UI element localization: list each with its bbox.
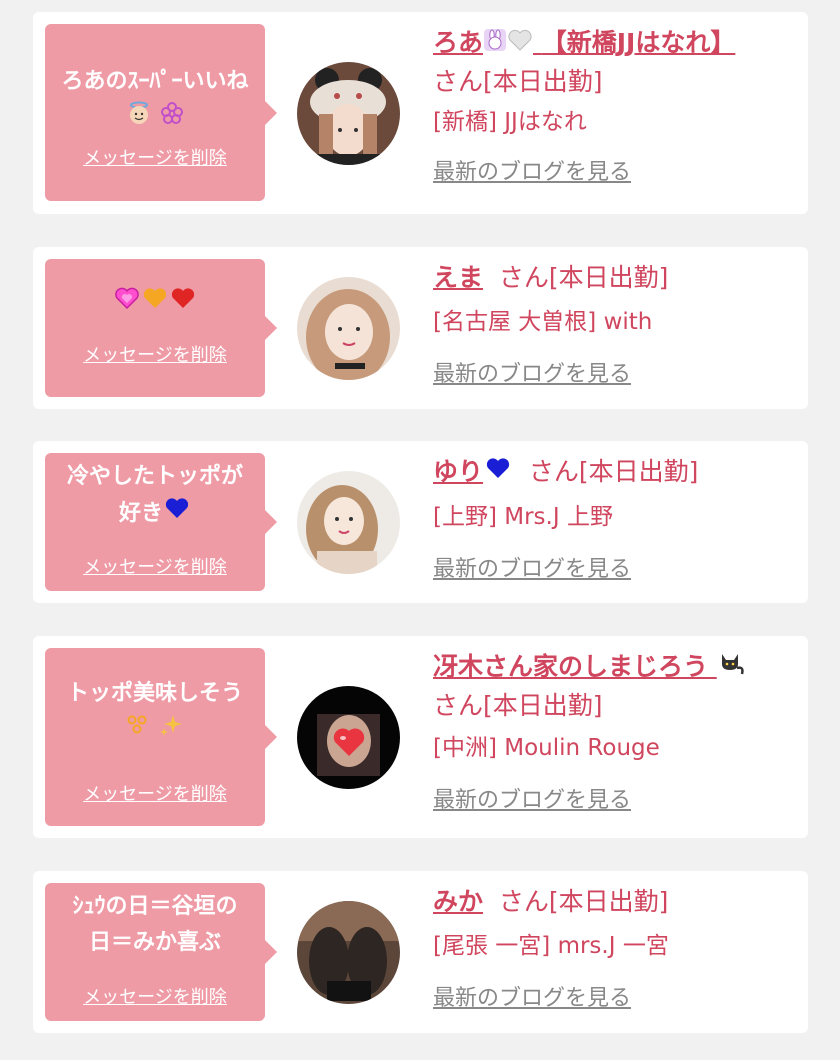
name-line: 冴木さん家のしまじろう: [433, 648, 798, 687]
orange-heart-icon: [141, 285, 169, 323]
message-text-line1: ｼｭｳの日＝谷垣の: [72, 894, 238, 919]
message-bubble: 冷やしたトッポが 好き メッセージを削除: [45, 453, 277, 591]
latest-blog-link[interactable]: 最新のブログを見る: [433, 359, 631, 391]
avatar[interactable]: [297, 686, 400, 789]
avatar[interactable]: [297, 901, 400, 1004]
shop-line: [中洲] Moulin Rouge: [433, 735, 660, 761]
delete-message-link[interactable]: メッセージを削除: [45, 780, 265, 806]
shop-line: [新橋] JJはなれ: [433, 109, 587, 135]
message-bubble: ｼｭｳの日＝谷垣の 日＝みか喜ぶ メッセージを削除: [45, 883, 277, 1021]
red-heart-icon: [169, 285, 197, 323]
profile-info: ゆり さん[本日出勤] [上野] Mrs.J 上野 最新のブログを見る: [433, 453, 798, 586]
name-line: ゆり さん[本日出勤]: [433, 453, 798, 492]
black-cat-icon: [717, 649, 745, 687]
profile-info: えま さん[本日出勤] [名古屋 大曽根] with 最新のブログを見る: [433, 259, 798, 391]
shift-status: さん[本日出勤]: [498, 263, 669, 292]
bubbles-icon: [126, 714, 150, 746]
blue-heart-icon: [483, 454, 513, 492]
message-text-body: ろあのｽｰﾊﾟｰいいね: [61, 69, 249, 94]
message-text: ｼｭｳの日＝谷垣の 日＝みか喜ぶ: [53, 889, 257, 961]
message-card: ｼｭｳの日＝谷垣の 日＝みか喜ぶ メッセージを削除 みか さん[本日出勤] [尾…: [33, 871, 808, 1033]
message-text: ろあのｽｰﾊﾟｰいいね: [53, 64, 257, 138]
latest-blog-link[interactable]: 最新のブログを見る: [433, 157, 631, 189]
message-text: トッポ美味しそう: [53, 676, 257, 748]
name-line: えま さん[本日出勤]: [433, 259, 798, 297]
message-text-line1: 冷やしたトッポが: [66, 464, 243, 489]
message-text: [53, 285, 257, 323]
profile-info: みか さん[本日出勤] [尾張 一宮] mrs.J 一宮 最新のブログを見る: [433, 883, 798, 1015]
shop-line: [名古屋 大曽根] with: [433, 309, 653, 335]
shift-status: さん[本日出勤]: [433, 67, 603, 96]
profile-info: 冴木さん家のしまじろう さん[本日出勤] [中洲] Moulin Rouge 最…: [433, 648, 798, 817]
profile-name-link[interactable]: ろあ 【新橋JJはなれ】: [433, 28, 735, 57]
latest-blog-link[interactable]: 最新のブログを見る: [433, 983, 631, 1015]
blue-heart-icon: [163, 495, 191, 533]
latest-blog-link[interactable]: 最新のブログを見る: [433, 785, 631, 817]
message-text-line2: 好き: [53, 495, 257, 533]
profile-name-link[interactable]: えま: [433, 263, 483, 292]
sparkling-heart-icon: [113, 285, 141, 323]
avatar[interactable]: [297, 62, 400, 165]
shift-status: さん[本日出勤]: [433, 691, 603, 720]
profile-info: ろあ 【新橋JJはなれ】 さん[本日出勤] [新橋] JJはなれ 最新のブログを…: [433, 24, 798, 189]
avatar[interactable]: [297, 277, 400, 380]
profile-name-link[interactable]: ゆり: [433, 457, 513, 486]
avatar[interactable]: [297, 471, 400, 574]
profile-name-link[interactable]: みか: [433, 887, 483, 916]
angel-emoji-icon: [126, 100, 152, 138]
latest-blog-link[interactable]: 最新のブログを見る: [433, 554, 631, 586]
message-text: 冷やしたトッポが 好き: [53, 459, 257, 533]
message-text-line2: 日＝みか喜ぶ: [88, 930, 221, 955]
delete-message-link[interactable]: メッセージを削除: [45, 144, 265, 170]
delete-message-link[interactable]: メッセージを削除: [45, 341, 265, 367]
message-bubble: ろあのｽｰﾊﾟｰいいね メッセージを削除: [45, 24, 277, 201]
delete-message-link[interactable]: メッセージを削除: [45, 553, 265, 579]
sparkles-icon: [158, 712, 184, 748]
shift-status: さん[本日出勤]: [528, 457, 699, 486]
message-emoji-line: [53, 712, 257, 748]
profile-name-link[interactable]: 冴木さん家のしまじろう: [433, 652, 745, 681]
shop-line: [上野] Mrs.J 上野: [433, 504, 613, 530]
shift-status: さん[本日出勤]: [498, 887, 669, 916]
status-line: さん[本日出勤]: [433, 63, 798, 101]
shop-line: [尾張 一宮] mrs.J 一宮: [433, 933, 669, 959]
flower-icon: [160, 101, 184, 137]
name-line: ろあ 【新橋JJはなれ】: [433, 24, 798, 63]
message-bubble: トッポ美味しそう メッセージを削除: [45, 648, 277, 826]
message-card: 冷やしたトッポが 好き メッセージを削除 ゆり さん[本日出勤] [上野] Mr…: [33, 441, 808, 603]
message-card: トッポ美味しそう メッセージを削除 冴木さん家のしまじろう さん[本日出勤] […: [33, 636, 808, 838]
white-heart-icon: [507, 25, 533, 63]
message-card: ろあのｽｰﾊﾟｰいいね メッセージを削除 ろあ 【新橋JJはなれ】 さん[本日出…: [33, 12, 808, 214]
rabbit-icon: [483, 25, 507, 63]
message-card: メッセージを削除 えま さん[本日出勤] [名古屋 大曽根] with 最新のブ…: [33, 247, 808, 409]
message-text-line1: トッポ美味しそう: [66, 681, 243, 706]
delete-message-link[interactable]: メッセージを削除: [45, 983, 265, 1009]
name-line: みか さん[本日出勤]: [433, 883, 798, 921]
message-bubble: メッセージを削除: [45, 259, 277, 397]
status-line: さん[本日出勤]: [433, 687, 798, 725]
